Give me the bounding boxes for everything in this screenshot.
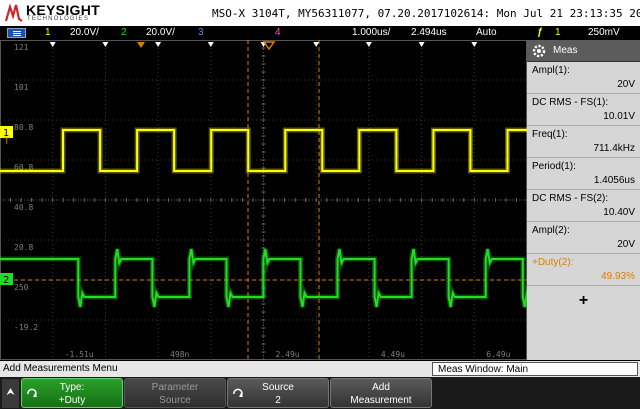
status-bar: 1 20.0V/ 2 20.0V/ 3 4 1.000us/ 2.494us A… [0, 26, 640, 40]
y-axis-label: 80.8 [14, 123, 33, 132]
measurement-value: 10.01V [603, 111, 635, 122]
meas-panel-title: Meas [553, 45, 578, 56]
grid-top-marker [365, 42, 372, 47]
measurement-value: 20V [617, 239, 635, 250]
ch1-scale[interactable]: 20.0V/ [70, 27, 99, 38]
source-softkey[interactable]: Source 2 [227, 378, 329, 408]
add-measurement-softkey[interactable]: Add Measurement [330, 378, 432, 408]
keysight-logo-icon [4, 3, 23, 22]
measurement-value: 20V [617, 79, 635, 90]
measurement-row[interactable]: Ampl(2): 20V [527, 222, 640, 254]
add-measurement-plus-icon[interactable]: + [527, 286, 640, 310]
measurement-row[interactable]: +Duty(2): 49.93% [527, 254, 640, 286]
trigger-position-marker [137, 42, 145, 48]
measurement-name: Period(1): [532, 161, 576, 172]
timebase-delay[interactable]: 2.494us [411, 27, 447, 38]
ch2-marker-label: 2 [3, 275, 9, 286]
x-axis-label: 6.49u [486, 350, 510, 359]
menu-title-bar: Add Measurements Menu Meas Window: Main [0, 361, 640, 377]
y-axis-label: 20.8 [14, 243, 33, 252]
menu-icon[interactable] [7, 28, 26, 38]
y-axis-label: 40.8 [14, 203, 33, 212]
meas-window-selector[interactable]: Meas Window: Main [432, 362, 638, 376]
header-bar: KEYSIGHT TECHNOLOGIES MSO-X 3104T, MY563… [0, 0, 640, 26]
ch3-number[interactable]: 3 [198, 27, 204, 38]
brand-subtitle: TECHNOLOGIES [27, 16, 90, 22]
measurement-name: +Duty(2): [532, 257, 574, 268]
menu-title: Add Measurements Menu [3, 363, 118, 374]
grid-top-marker [102, 42, 109, 47]
x-axis-label: 498n [170, 350, 189, 359]
add-value: Measurement [350, 395, 412, 406]
grid-top-marker [49, 42, 56, 47]
y-axis-label: 250 [14, 283, 29, 292]
grid-top-marker [155, 42, 162, 47]
grid-top-marker [418, 42, 425, 47]
add-label: Add [372, 382, 390, 393]
grid-top-marker [471, 42, 478, 47]
trigger-mode[interactable]: Auto [476, 27, 497, 38]
measurement-row[interactable]: Period(1): 1.4056us [527, 158, 640, 190]
instrument-info: MSO-X 3104T, MY56311077, 07.20.201710261… [212, 7, 640, 20]
measurement-row[interactable]: Ampl(1): 20V [527, 62, 640, 94]
measurement-row[interactable]: DC RMS - FS(2): 10.40V [527, 190, 640, 222]
parameter-value: Source [159, 395, 191, 406]
x-axis-label: -1.51u [65, 350, 94, 359]
softkey-bar: ⮝ Type: +Duty Parameter Source Source 2 … [0, 377, 640, 409]
measurement-name: Ampl(1): [532, 65, 570, 76]
ch2-scale[interactable]: 20.0V/ [146, 27, 175, 38]
parameter-label: Parameter [151, 382, 199, 393]
measurement-name: Ampl(2): [532, 225, 570, 236]
ch1-number[interactable]: 1 [45, 27, 51, 38]
timebase-scale[interactable]: 1.000us/ [352, 27, 390, 38]
ch2-number[interactable]: 2 [121, 27, 127, 38]
x-axis-label: 2.49u [276, 350, 300, 359]
measurement-value: 711.4kHz [593, 143, 635, 154]
trigger-level-marker: T [3, 137, 10, 147]
waveform-grid: 12110180.860.840.820.8250-19.2 -1.51u 498… [0, 40, 527, 360]
measurement-value: 10.40V [603, 207, 635, 218]
measurement-row[interactable]: DC RMS - FS(1): 10.01V [527, 94, 640, 126]
y-axis-label: -19.2 [14, 323, 38, 332]
x-axis-label: 4.49u [381, 350, 405, 359]
measurement-name: Freq(1): [532, 129, 568, 140]
measurement-row[interactable]: Freq(1): 711.4kHz [527, 126, 640, 158]
measurement-value: 49.93% [601, 271, 635, 282]
parameter-source-softkey[interactable]: Parameter Source [124, 378, 226, 408]
trigger-channel[interactable]: 1 [555, 27, 561, 38]
y-axis-label: 121 [14, 43, 29, 52]
rotate-knob-icon [233, 388, 243, 397]
trigger-edge-icon: ƒ [537, 27, 543, 38]
y-axis-label: 101 [14, 83, 29, 92]
meas-panel-header: Meas [527, 40, 640, 62]
rotate-knob-icon [27, 388, 37, 397]
grid-top-marker [207, 42, 214, 47]
measurement-name: DC RMS - FS(2): [532, 193, 609, 204]
measurement-name: DC RMS - FS(1): [532, 97, 609, 108]
waveform-display[interactable]: 121 101 80.8 60.8 40.8 20.8 250 -19.2 -1.51u 498… [0, 40, 527, 360]
trigger-level[interactable]: 250mV [588, 27, 620, 38]
back-arrow-icon[interactable]: ⮝ [2, 379, 19, 408]
type-softkey[interactable]: Type: +Duty [21, 378, 123, 408]
ch4-number[interactable]: 4 [275, 27, 281, 38]
gear-icon[interactable] [531, 43, 547, 59]
measurement-panel: Meas Ampl(1): 20V DC RMS - FS(1): 10.01V Fre… [527, 40, 640, 360]
measurement-value: 1.4056us [593, 175, 635, 186]
grid-top-marker [313, 42, 320, 47]
